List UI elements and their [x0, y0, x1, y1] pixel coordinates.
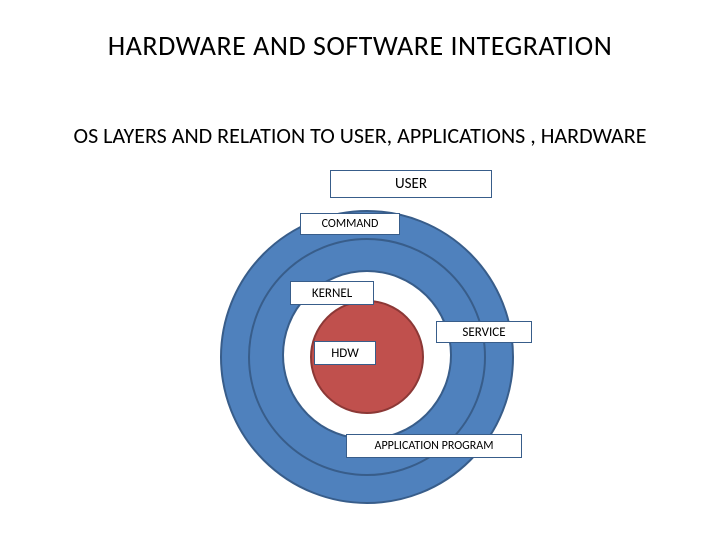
page-title: HARDWARE AND SOFTWARE INTEGRATION: [0, 28, 720, 63]
label-command: COMMAND: [300, 213, 400, 235]
diagram-stage: HARDWARE AND SOFTWARE INTEGRATION OS LAY…: [0, 0, 720, 540]
page-subtitle: OS LAYERS AND RELATION TO USER, APPLICAT…: [0, 122, 720, 149]
label-hdw: HDW: [314, 341, 376, 365]
label-service: SERVICE: [436, 321, 532, 343]
label-user: USER: [330, 170, 492, 198]
label-kernel: KERNEL: [290, 281, 374, 305]
label-app: APPLICATION PROGRAM: [346, 434, 522, 458]
